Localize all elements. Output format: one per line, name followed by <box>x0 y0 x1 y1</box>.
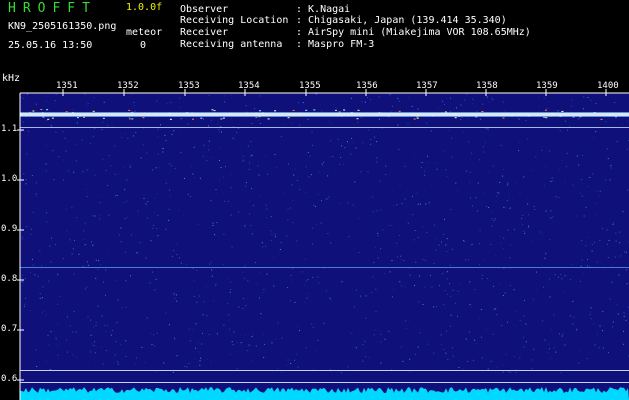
hrofft-window: HROFFT 1.0.0f KN9_2505161350.png meteor … <box>0 0 629 400</box>
axis-frame <box>17 89 629 400</box>
axis-ticks <box>17 89 607 381</box>
